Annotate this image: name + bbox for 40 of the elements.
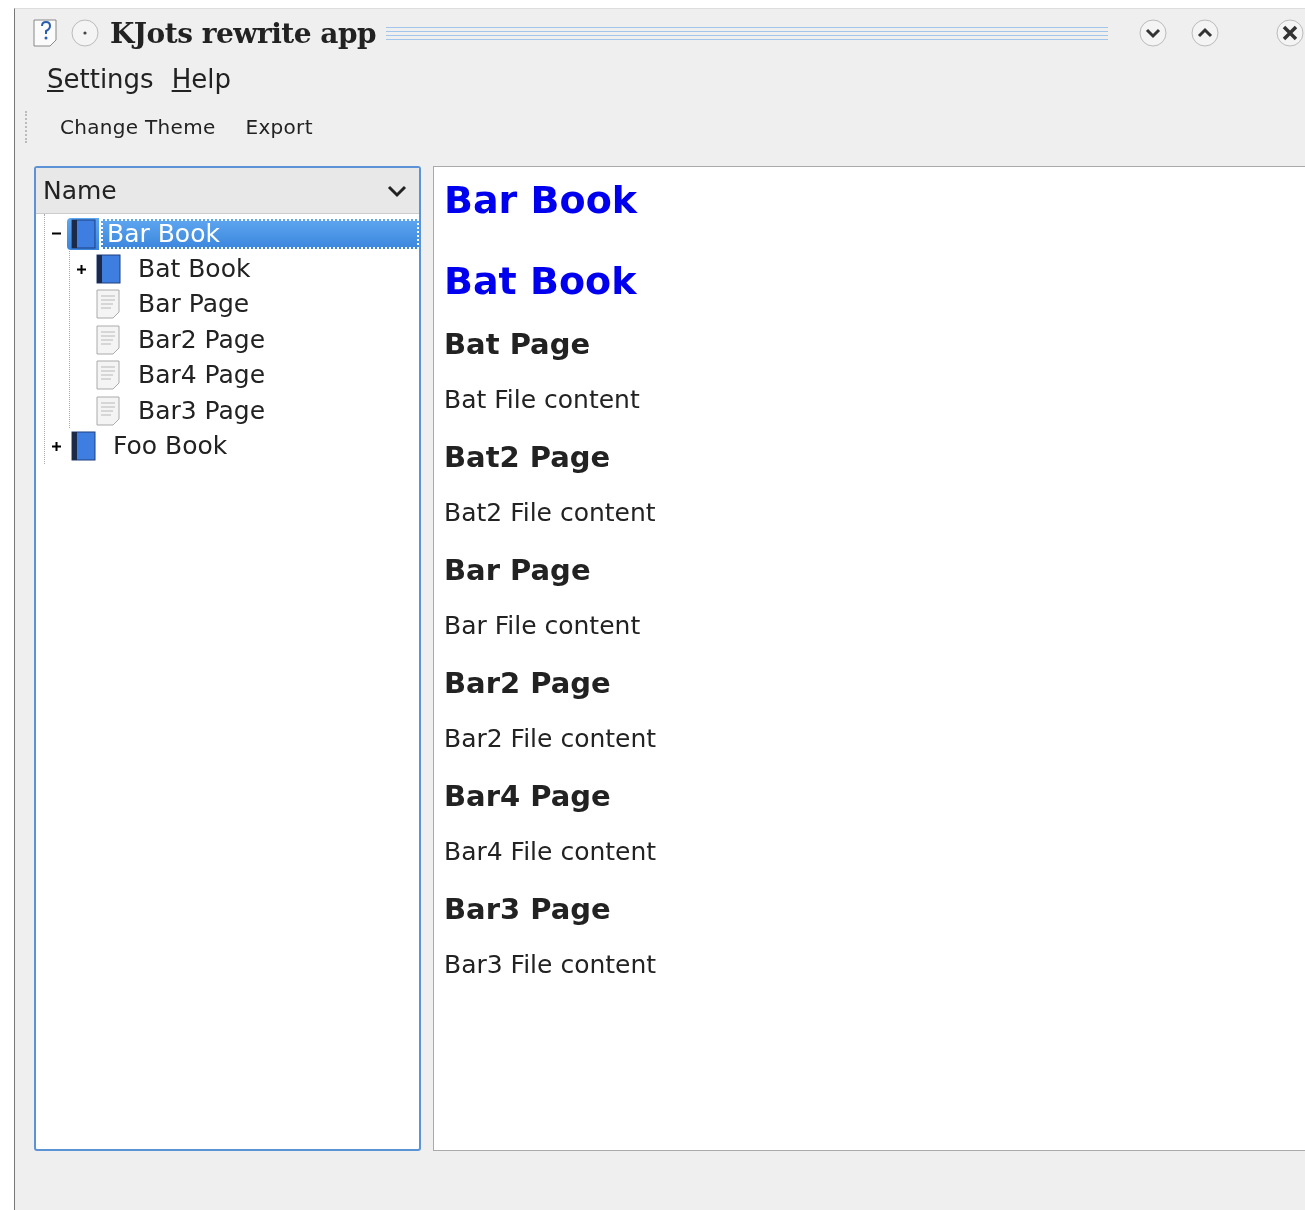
page-text: Bar File content <box>444 611 642 642</box>
expand-icon[interactable] <box>75 263 87 275</box>
tree-item[interactable]: Foo Book <box>109 431 232 462</box>
book-heading: Bat Book <box>444 258 638 305</box>
page-heading: Bar3 Page <box>444 891 612 928</box>
page-heading: Bar4 Page <box>444 778 612 815</box>
page-heading: Bar Page <box>444 552 592 589</box>
page-icon <box>94 288 122 321</box>
window-title: KJots rewrite app <box>110 16 377 50</box>
tree-item[interactable]: Bar4 Page <box>134 360 270 391</box>
maximize-icon[interactable] <box>1190 18 1220 48</box>
page-heading: Bat2 Page <box>444 439 612 476</box>
page-text: Bat File content <box>444 385 641 416</box>
page-text: Bar4 File content <box>444 837 658 868</box>
book-icon <box>69 217 97 250</box>
book-heading: Bar Book <box>444 177 639 224</box>
minimize-icon[interactable] <box>1138 18 1168 48</box>
page-icon <box>94 394 122 427</box>
tree-item[interactable]: Bat Book <box>134 254 255 285</box>
page-heading: Bat Page <box>444 326 592 363</box>
menu-item[interactable]: Help <box>163 64 239 94</box>
page-text: Bat2 File content <box>444 498 657 529</box>
expand-icon[interactable] <box>50 440 62 452</box>
tree-item[interactable]: Bar Page <box>134 289 254 320</box>
page-icon <box>94 359 122 392</box>
tree-item[interactable]: Bar2 Page <box>134 324 270 355</box>
tree-item[interactable]: Bar3 Page <box>134 395 270 426</box>
page-text: Bar2 File content <box>444 724 658 755</box>
toolbar-button[interactable]: Change Theme <box>47 115 233 139</box>
page-heading: Bar2 Page <box>444 665 612 702</box>
toolbar-button[interactable]: Export <box>232 115 330 139</box>
chevron-down-icon[interactable] <box>387 183 407 198</box>
column-header[interactable]: Name <box>43 176 117 205</box>
help-icon[interactable] <box>32 18 60 48</box>
close-icon[interactable] <box>1275 18 1305 48</box>
book-icon <box>94 253 122 286</box>
menu-item[interactable]: Settings <box>39 64 162 94</box>
book-icon <box>69 430 97 463</box>
page-icon <box>94 323 122 356</box>
page-text: Bar3 File content <box>444 950 658 981</box>
